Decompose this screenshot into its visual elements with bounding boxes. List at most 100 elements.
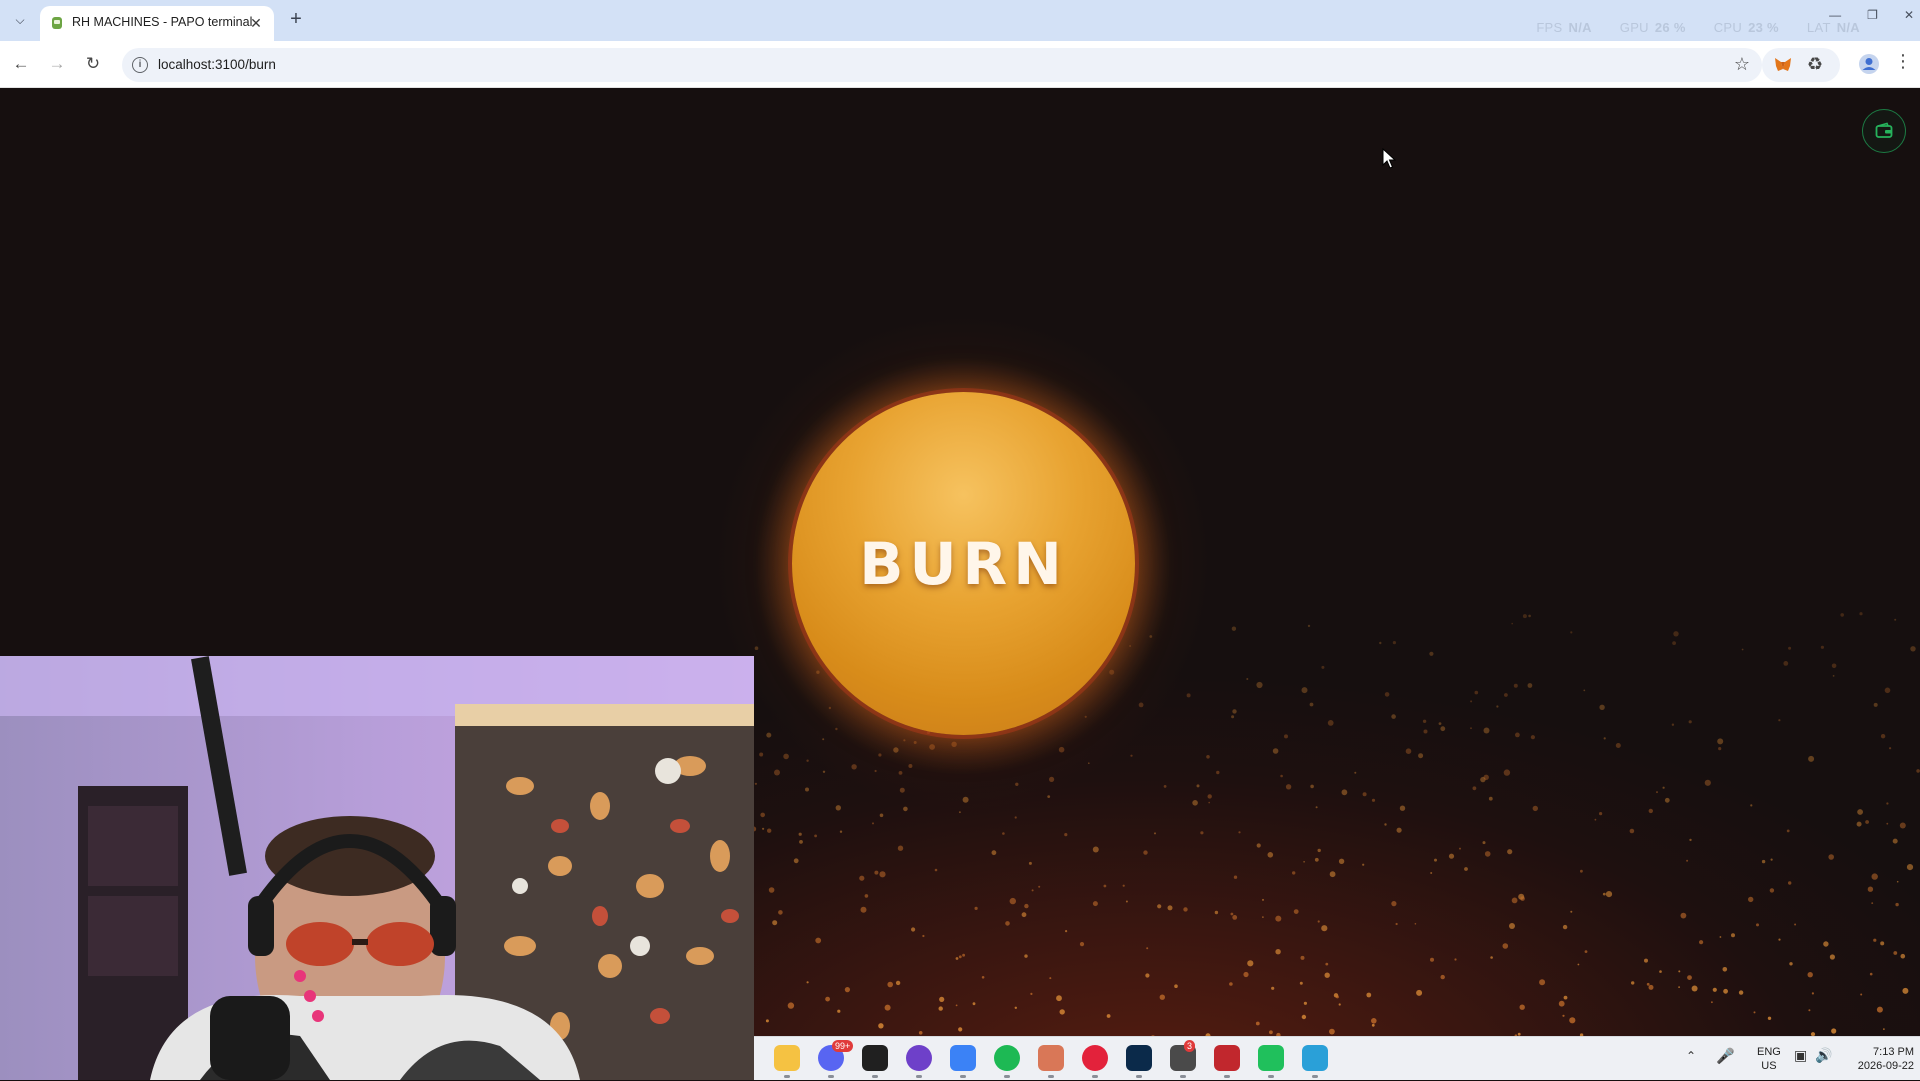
restore-icon[interactable]: ❐ bbox=[1867, 8, 1878, 22]
clock[interactable]: 7:13 PM 2026-09-22 bbox=[1842, 1045, 1914, 1073]
ember-particle bbox=[1856, 821, 1862, 827]
ember-particle bbox=[1362, 792, 1367, 797]
ember-particle bbox=[1808, 1009, 1811, 1012]
ember-particle bbox=[1418, 753, 1424, 759]
ember-particle bbox=[1470, 727, 1472, 730]
app-red-icon[interactable] bbox=[1214, 1045, 1240, 1071]
ember-particle bbox=[1483, 774, 1489, 780]
photoshop-icon[interactable] bbox=[1126, 1045, 1152, 1071]
ember-particle bbox=[1794, 923, 1797, 926]
forward-arrow-icon[interactable]: → bbox=[46, 53, 68, 75]
microphone-icon[interactable]: 🎤 bbox=[1716, 1047, 1735, 1065]
more-menu-icon[interactable]: ⋮ bbox=[1894, 51, 1912, 72]
close-window-icon[interactable]: ✕ bbox=[1904, 8, 1914, 22]
roblox-icon[interactable] bbox=[862, 1045, 888, 1071]
ember-particle bbox=[1562, 924, 1568, 930]
ember-particle bbox=[1472, 786, 1477, 791]
performance-overlay: FPS N/A GPU 26 % CPU 23 % LAT N/A bbox=[1536, 20, 1860, 35]
file-explorer-icon[interactable] bbox=[774, 1045, 800, 1071]
ember-particle bbox=[903, 806, 908, 812]
wallet-button[interactable] bbox=[1862, 109, 1906, 153]
ember-particle bbox=[1880, 734, 1886, 739]
ember-particle bbox=[1321, 665, 1325, 669]
ember-particle bbox=[1562, 1014, 1565, 1017]
ember-particle bbox=[878, 1023, 884, 1029]
ember-particle bbox=[1423, 729, 1428, 734]
url-text[interactable]: localhost:3100/burn bbox=[158, 57, 276, 72]
app-icon[interactable] bbox=[950, 1045, 976, 1071]
profile-avatar-icon[interactable] bbox=[1858, 53, 1880, 75]
burn-label: BURN bbox=[859, 529, 1068, 598]
gpu-stat: GPU 26 % bbox=[1619, 20, 1686, 35]
github-icon[interactable] bbox=[906, 1045, 932, 1071]
ember-particle bbox=[1262, 916, 1264, 918]
address-bar[interactable]: i localhost:3100/burn ☆ bbox=[122, 48, 1762, 82]
ember-particle bbox=[1599, 704, 1605, 710]
ember-particle bbox=[1285, 784, 1292, 790]
ember-particle bbox=[1208, 801, 1210, 804]
language-indicator[interactable]: ENG US bbox=[1757, 1045, 1781, 1073]
ember-particle bbox=[825, 996, 830, 1002]
ember-particle bbox=[1603, 737, 1606, 740]
ember-particle bbox=[1496, 705, 1499, 708]
claude-icon[interactable] bbox=[1038, 1045, 1064, 1071]
network-volume-icons[interactable]: ▣🔊 bbox=[1794, 1047, 1841, 1064]
ember-particle bbox=[981, 976, 985, 979]
ember-particle bbox=[1644, 958, 1648, 963]
ember-particle bbox=[1325, 962, 1329, 966]
ember-particle bbox=[974, 906, 978, 911]
tab-close-icon[interactable]: ✕ bbox=[246, 13, 266, 33]
reload-icon[interactable]: ↻ bbox=[82, 53, 104, 75]
opera-icon[interactable] bbox=[1082, 1045, 1108, 1071]
ember-particle bbox=[778, 910, 783, 915]
ember-particle bbox=[1232, 709, 1237, 714]
tab-search-dropdown-icon[interactable]: ⌵ bbox=[8, 8, 32, 32]
metamask-fox-icon[interactable] bbox=[1774, 56, 1792, 74]
ember-particle bbox=[1892, 838, 1898, 844]
tray-overflow-chevron-icon[interactable]: ⌃ bbox=[1686, 1049, 1696, 1063]
ember-particle bbox=[1256, 843, 1261, 848]
ember-particle bbox=[959, 811, 961, 814]
tab-active[interactable]: RH MACHINES - PAPO terminal ✕ bbox=[40, 6, 274, 41]
ember-particle bbox=[1338, 1003, 1341, 1006]
ember-particle bbox=[1207, 794, 1212, 799]
ember-particle bbox=[1886, 802, 1889, 805]
ember-particle bbox=[872, 822, 874, 825]
ember-particle bbox=[799, 840, 803, 844]
spotify-icon[interactable] bbox=[994, 1045, 1020, 1071]
extensions-puzzle-icon[interactable]: ♻ bbox=[1807, 54, 1823, 75]
ember-particle bbox=[851, 764, 857, 770]
ember-particle bbox=[955, 1004, 958, 1007]
ember-particle bbox=[1079, 942, 1085, 947]
ember-particle bbox=[1580, 869, 1583, 873]
ember-particle bbox=[1788, 881, 1792, 885]
ember-particle bbox=[1454, 958, 1457, 961]
ember-particle bbox=[1840, 613, 1844, 617]
wallet-icon bbox=[1875, 122, 1893, 138]
ember-particle bbox=[1049, 776, 1055, 783]
ember-particle bbox=[1002, 832, 1005, 835]
ember-particle bbox=[1678, 986, 1680, 988]
site-info-icon[interactable]: i bbox=[132, 57, 148, 73]
ember-particle bbox=[1896, 880, 1899, 883]
ember-particle bbox=[1280, 774, 1283, 778]
taskbar-running-indicator bbox=[1092, 1075, 1098, 1078]
ember-particle bbox=[1563, 995, 1568, 1000]
ember-particle bbox=[1338, 858, 1345, 864]
new-tab-button[interactable]: + bbox=[284, 8, 308, 32]
ember-particle bbox=[1577, 963, 1580, 966]
ember-particle bbox=[1741, 648, 1744, 651]
ember-particle bbox=[760, 812, 765, 818]
app-green-icon[interactable] bbox=[1258, 1045, 1284, 1071]
ember-particle bbox=[1583, 689, 1586, 692]
browser-toolbar: ← → ↻ i localhost:3100/burn ☆ ♻ ⋮ bbox=[0, 41, 1920, 88]
notepad-icon[interactable] bbox=[1302, 1045, 1328, 1071]
back-arrow-icon[interactable]: ← bbox=[10, 53, 32, 75]
ember-particle bbox=[1065, 930, 1068, 933]
bookmark-star-icon[interactable]: ☆ bbox=[1734, 54, 1750, 75]
minimize-icon[interactable]: — bbox=[1829, 8, 1841, 22]
ember-particle bbox=[1329, 871, 1336, 878]
taskbar-running-indicator bbox=[960, 1075, 966, 1078]
ember-particle bbox=[767, 828, 772, 833]
burn-button[interactable]: BURN bbox=[792, 392, 1135, 735]
